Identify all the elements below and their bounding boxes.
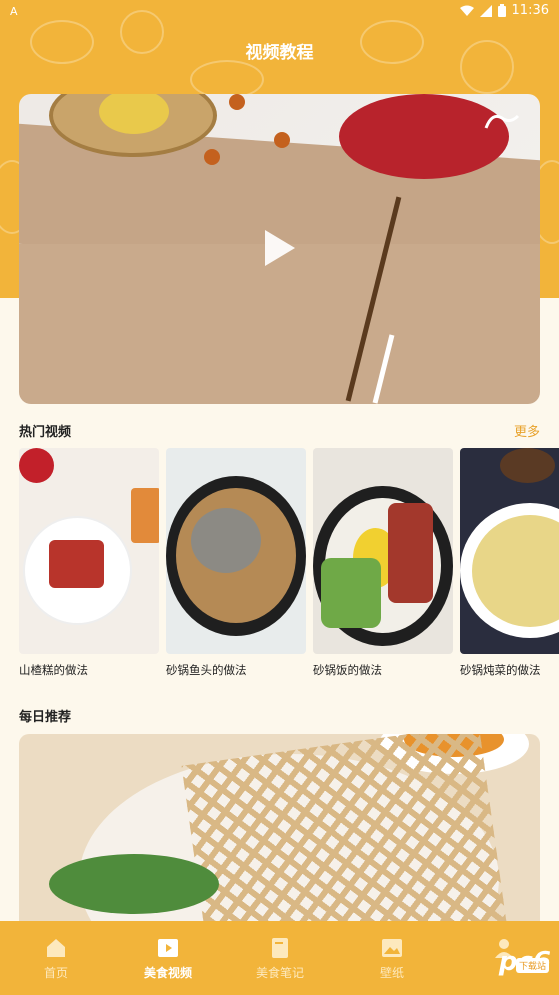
herbs (49, 854, 219, 914)
signal-icon (479, 4, 492, 17)
hero-red-berries (339, 94, 509, 179)
hot-videos-title: 热门视频 (19, 425, 72, 440)
video-thumbnail[interactable] (19, 448, 159, 654)
video-icon (158, 939, 178, 957)
leaf (131, 488, 159, 543)
wifi-icon (459, 5, 474, 16)
battery-icon (497, 4, 506, 17)
tab-food-video[interactable]: 美食视频 (118, 921, 218, 995)
video-thumbnail[interactable] (313, 448, 453, 654)
apple (19, 448, 54, 483)
tab-label: 首页 (43, 966, 68, 980)
brand-logo-icon (484, 114, 520, 129)
daily-recommend-card[interactable] (19, 734, 540, 934)
daily-title: 每日推荐 (19, 710, 72, 725)
hero-acorn (204, 149, 220, 165)
image-icon (382, 939, 402, 957)
bamboo-basket (181, 734, 507, 934)
sausage (388, 503, 433, 603)
video-card[interactable]: 砂锅鱼头的做法 (166, 448, 306, 678)
notebook-icon (272, 938, 288, 958)
tab-wallpaper[interactable]: 壁纸 (342, 921, 442, 995)
hero-placemat (19, 244, 540, 404)
video-card[interactable]: 砂锅炖菜的做法 (460, 448, 559, 678)
page-title: 视频教程 (245, 43, 314, 63)
bottom-tab-bar: 首页 美食视频 美食笔记 壁纸 (0, 921, 559, 995)
video-thumbnail[interactable] (460, 448, 559, 654)
fish-head (191, 508, 261, 573)
hero-acorn (229, 94, 245, 110)
video-title: 砂锅鱼头的做法 (166, 663, 247, 677)
video-card[interactable]: 山楂糕的做法 (19, 448, 159, 678)
tab-food-notes[interactable]: 美食笔记 (230, 921, 330, 995)
hero-acorn (274, 132, 290, 148)
video-thumbnail[interactable] (166, 448, 306, 654)
hero-video[interactable] (19, 94, 540, 404)
play-icon[interactable] (259, 228, 299, 268)
tab-label: 壁纸 (379, 966, 404, 980)
home-icon (47, 939, 65, 957)
pinecone (500, 448, 555, 483)
more-link[interactable]: 更多 (514, 421, 540, 440)
hawthorn-cake (49, 540, 104, 588)
video-title: 砂锅炖菜的做法 (460, 663, 541, 677)
video-card[interactable]: 砂锅饭的做法 (313, 448, 453, 678)
status-bar: A 11:36 (0, 0, 559, 26)
tab-home[interactable]: 首页 (6, 921, 106, 995)
video-title: 砂锅饭的做法 (313, 663, 382, 677)
video-title: 山楂糕的做法 (19, 663, 88, 677)
greens (321, 558, 381, 628)
hot-videos-list: 山楂糕的做法 砂锅鱼头的做法 砂锅饭的做法 砂锅炖菜的做法 (19, 448, 559, 678)
watermark-subtitle: 下载站 (515, 958, 549, 973)
status-indicator: A (10, 5, 18, 18)
tab-label: 美食视频 (143, 966, 192, 980)
tab-label: 美食笔记 (255, 966, 304, 980)
status-time: 11:36 (511, 3, 549, 18)
